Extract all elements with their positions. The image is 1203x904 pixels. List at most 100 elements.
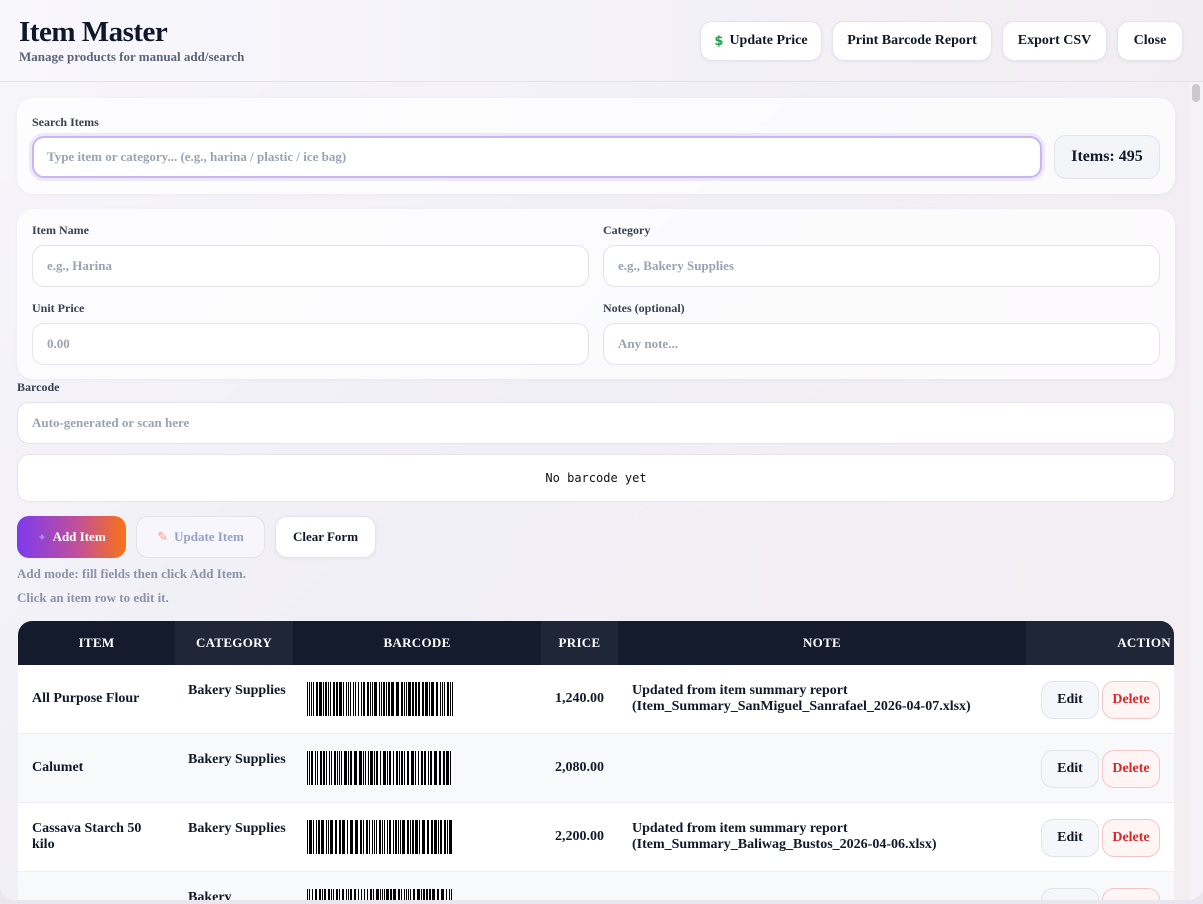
barcode-bar (443, 751, 445, 785)
barcode-bar (359, 751, 362, 785)
scrollbar[interactable] (1189, 82, 1203, 900)
notes-field[interactable] (603, 323, 1160, 365)
barcode-bar (339, 820, 341, 854)
export-csv-button[interactable]: Export CSV (1002, 21, 1107, 61)
update-item-button[interactable]: ✎ Update Item (136, 516, 265, 558)
delete-button[interactable] (1102, 888, 1160, 900)
barcode-bar (341, 751, 342, 785)
edit-button[interactable]: Edit (1041, 750, 1099, 788)
add-item-button[interactable]: ✦ Add Item (17, 516, 126, 558)
barcode-bar (410, 889, 411, 900)
barcode-bar (334, 751, 336, 785)
barcode-bar (331, 751, 332, 785)
notes-label: Notes (optional) (603, 301, 685, 315)
barcode-bar (365, 751, 366, 785)
scrollbar-thumb[interactable] (1192, 84, 1200, 102)
column-header-note: NOTE (802, 635, 842, 650)
clear-form-button[interactable]: Clear Form (275, 516, 376, 558)
barcode-image (307, 682, 453, 716)
barcode-bar (408, 682, 411, 716)
barcode-bar (309, 751, 310, 785)
barcode-bar (355, 820, 358, 854)
delete-button[interactable]: Delete (1102, 819, 1160, 857)
column-header-barcode: BARCODE (383, 635, 451, 650)
barcode-bar (328, 682, 329, 716)
barcode-bar (400, 820, 401, 854)
barcode-bar (407, 751, 409, 785)
barcode-bar (360, 820, 362, 854)
barcode-bar (331, 889, 332, 900)
column-header-price: PRICE (541, 621, 618, 665)
barcode-bar (404, 751, 405, 785)
barcode-field[interactable] (17, 402, 1175, 444)
close-button[interactable]: Close (1117, 21, 1183, 61)
barcode-bar (402, 820, 405, 854)
unit-price-label: Unit Price (32, 301, 85, 315)
search-input[interactable] (32, 136, 1042, 178)
barcode-bar (330, 820, 333, 854)
barcode-preview: No barcode yet (17, 454, 1175, 502)
table-row[interactable]: Cassava Starch 50 kilo Bakery Supplies 2… (18, 803, 1174, 872)
barcode-bar (316, 820, 317, 854)
barcode-bar (438, 820, 439, 854)
barcode-bar (431, 682, 434, 716)
price-cell: 2,080.00 (555, 760, 604, 775)
category-cell: Bakery Supplies (188, 821, 286, 836)
barcode-bar (346, 889, 347, 900)
barcode-bar (317, 751, 318, 785)
barcode-bar (347, 820, 348, 854)
edit-button[interactable]: Edit (1041, 681, 1099, 719)
barcode-bar (406, 682, 407, 716)
barcode-bar (437, 889, 439, 900)
table-row[interactable]: Bakery (18, 872, 1174, 900)
category-cell: Bakery Supplies (188, 752, 286, 767)
barcode-bar (326, 751, 327, 785)
barcode-bar (354, 751, 357, 785)
barcode-bar (358, 889, 359, 900)
barcode-bar (411, 751, 414, 785)
category-field[interactable] (603, 245, 1160, 287)
barcode-bar (422, 682, 424, 716)
barcode-bar (312, 889, 313, 900)
header: Item Master Manage products for manual a… (0, 0, 1203, 82)
barcode-bar (350, 751, 352, 785)
update-price-button[interactable]: $ Update Price (700, 21, 822, 61)
barcode-bar (315, 751, 316, 785)
barcode-bar (399, 751, 400, 785)
barcode-bar (408, 889, 409, 900)
barcode-bar (412, 820, 414, 854)
barcode-bar (335, 820, 337, 854)
barcode-bar (396, 751, 398, 785)
barcode-bar (388, 682, 390, 716)
barcode-bar (384, 820, 385, 854)
barcode-bar (328, 889, 330, 900)
unit-price-field[interactable] (32, 323, 589, 365)
barcode-bar (363, 820, 364, 854)
barcode-bar (319, 889, 321, 900)
edit-button[interactable] (1041, 888, 1099, 900)
barcode-bar (418, 682, 420, 716)
item-name-field[interactable] (32, 245, 589, 287)
table-row[interactable]: Calumet Bakery Supplies 2,080.00 Edit De… (18, 734, 1174, 803)
table-row[interactable]: All Purpose Flour Bakery Supplies 1,240.… (18, 665, 1174, 734)
barcode-bar (372, 820, 373, 854)
barcode-bar (436, 682, 438, 716)
items-table: ITEM CATEGORY BARCODE PRICE NOTE ACTION … (18, 621, 1174, 900)
note-cell: Updated from item summary report (Item_S… (632, 821, 937, 852)
barcode-bar (319, 682, 322, 716)
barcode-bar (386, 889, 389, 900)
delete-button[interactable]: Delete (1102, 750, 1160, 788)
barcode-bar (390, 889, 392, 900)
barcode-bar (368, 751, 369, 785)
barcode-bar (318, 820, 320, 854)
delete-button[interactable]: Delete (1102, 681, 1160, 719)
barcode-bar (348, 682, 349, 716)
category-cell: Bakery (188, 890, 232, 900)
pencil-icon: ✎ (157, 529, 169, 545)
add-item-label: Add Item (52, 529, 106, 544)
print-barcode-report-button[interactable]: Print Barcode Report (832, 21, 992, 61)
page-title: Item Master (19, 16, 168, 48)
update-item-label: Update Item (174, 529, 244, 544)
edit-button[interactable]: Edit (1041, 819, 1099, 857)
barcode-bar (333, 889, 334, 900)
